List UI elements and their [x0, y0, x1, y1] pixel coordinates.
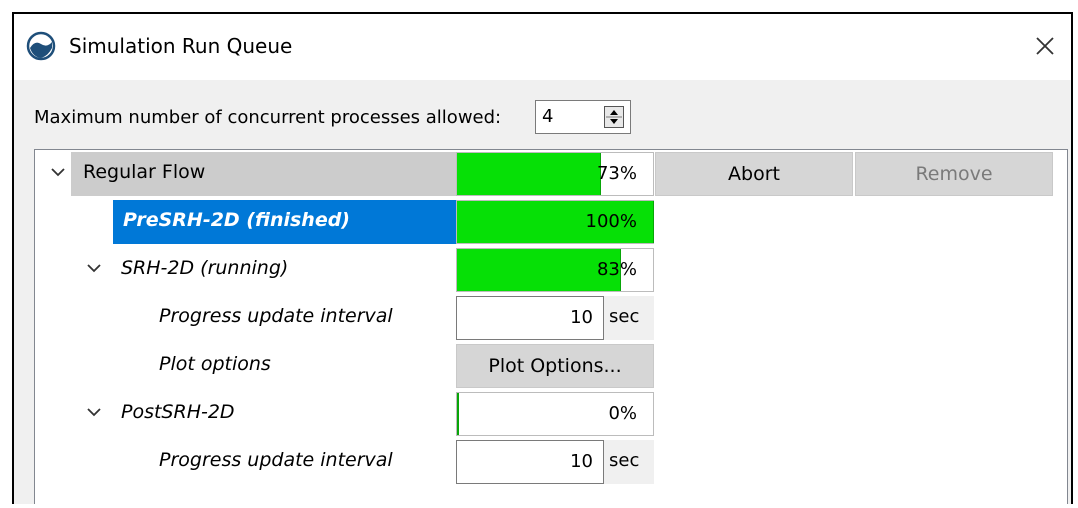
- tree-row-postsrh-interval: Progress update interval 10 sec: [35, 438, 1067, 486]
- srh-progress-text: 83%: [596, 259, 637, 280]
- tree-row-postsrh-2d[interactable]: PostSRH-2D 0%: [35, 390, 1067, 438]
- postsrh-interval-input[interactable]: 10: [456, 440, 604, 484]
- presrh-label: PreSRH-2D (finished): [123, 209, 350, 231]
- group-progress-text: 73%: [596, 163, 637, 184]
- tree-row-plot-options: Plot options Plot Options...: [35, 342, 1067, 390]
- spinner-arrows-icon[interactable]: [604, 106, 624, 128]
- tree-row-presrh-2d[interactable]: PreSRH-2D (finished) 100%: [35, 198, 1067, 246]
- plot-options-button[interactable]: Plot Options...: [456, 344, 654, 388]
- postsrh-interval-label: Progress update interval: [159, 449, 393, 471]
- postsrh-progress-bar: 0%: [456, 392, 654, 436]
- postsrh-label: PostSRH-2D: [121, 401, 235, 423]
- group-progress-bar: 73%: [456, 152, 654, 196]
- title-bar: Simulation Run Queue: [14, 14, 1071, 80]
- abort-button[interactable]: Abort: [655, 152, 853, 196]
- postsrh-progress-text: 0%: [608, 403, 637, 424]
- srh-label: SRH-2D (running): [121, 257, 289, 279]
- run-queue-tree: Regular Flow 73% Abort Remove PreSRH-2D …: [34, 149, 1068, 504]
- chevron-down-icon[interactable]: [85, 259, 103, 277]
- srh-interval-unit: sec: [604, 296, 654, 340]
- postsrh-interval-unit: sec: [604, 440, 654, 484]
- tree-row-regular-flow[interactable]: Regular Flow 73% Abort Remove: [35, 150, 1067, 198]
- remove-button[interactable]: Remove: [855, 152, 1053, 196]
- presrh-progress-text: 100%: [585, 211, 637, 232]
- tree-row-srh-2d[interactable]: SRH-2D (running) 83%: [35, 246, 1067, 294]
- srh-interval-input[interactable]: 10: [456, 296, 604, 340]
- group-label: Regular Flow: [83, 161, 206, 183]
- plot-options-label: Plot options: [159, 353, 271, 375]
- srh-progress-bar: 83%: [456, 248, 654, 292]
- max-processes-spinbox[interactable]: 4: [535, 100, 631, 134]
- close-icon: [1036, 37, 1054, 55]
- srh-interval-label: Progress update interval: [159, 305, 393, 327]
- chevron-down-icon[interactable]: [85, 403, 103, 421]
- simulation-run-queue-dialog: Simulation Run Queue Maximum number of c…: [12, 12, 1073, 504]
- chevron-down-icon[interactable]: [49, 163, 67, 181]
- window-title: Simulation Run Queue: [69, 34, 293, 58]
- tree-row-srh-interval: Progress update interval 10 sec: [35, 294, 1067, 342]
- max-processes-label: Maximum number of concurrent processes a…: [34, 107, 502, 128]
- presrh-progress-bar: 100%: [456, 200, 654, 244]
- app-globe-icon: [26, 31, 56, 61]
- close-button[interactable]: [1023, 24, 1067, 68]
